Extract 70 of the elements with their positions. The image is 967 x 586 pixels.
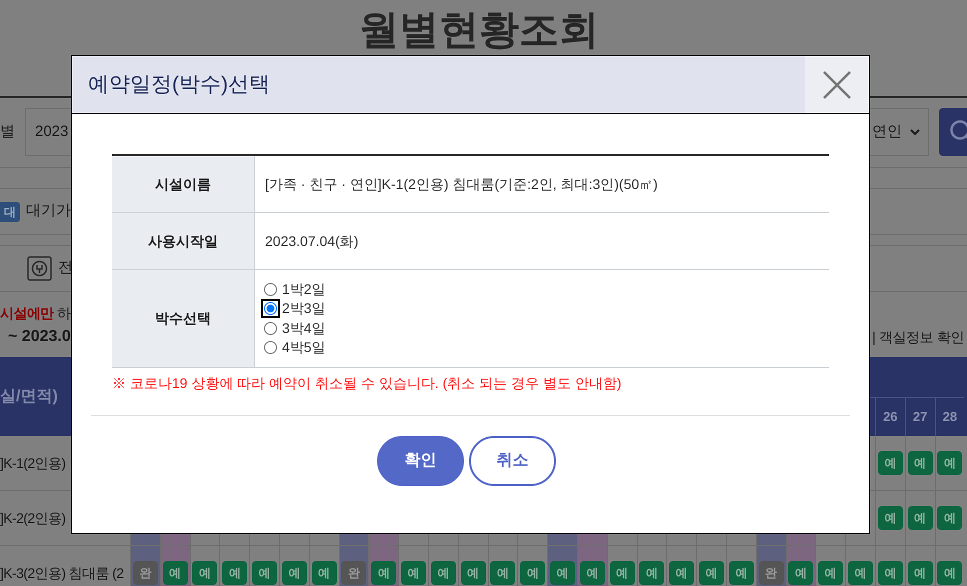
status-badge[interactable]: 예	[639, 561, 664, 585]
status-badge[interactable]: 예	[878, 506, 903, 530]
room-info-link[interactable]: | 객실정보 확인	[872, 326, 964, 348]
room-name: ]K-1(2인용)	[0, 454, 66, 473]
legend-text: 대기가	[26, 201, 71, 222]
notice-text: 시설에만 하	[0, 304, 70, 323]
status-badge[interactable]: 예	[937, 506, 962, 530]
date-header: 26	[883, 408, 898, 426]
chevron-down-icon	[910, 128, 920, 136]
status-badge[interactable]: 예	[908, 451, 933, 475]
radio-button[interactable]	[264, 282, 277, 296]
plug-icon	[27, 256, 52, 281]
status-badge[interactable]: 예	[430, 561, 456, 585]
status-badge[interactable]: 예	[192, 561, 218, 585]
status-badge[interactable]: 예	[699, 561, 724, 585]
status-badge[interactable]: 예	[788, 561, 814, 585]
night-option[interactable]: 2박3일	[264, 299, 326, 318]
night-option[interactable]: 4박5일	[264, 338, 326, 358]
status-badge[interactable]: 예	[312, 561, 337, 585]
dialog-title: 예약일정(박수)선택	[87, 72, 271, 98]
status-badge[interactable]: 예	[908, 561, 933, 585]
status-badge[interactable]: 완	[758, 561, 784, 585]
status-badge[interactable]: 예	[282, 561, 307, 585]
page-title: 월별현황조회	[359, 7, 599, 54]
status-badge[interactable]: 예	[580, 561, 605, 585]
dialog-button[interactable]: 취소	[469, 436, 556, 486]
status-badge[interactable]: 예	[520, 561, 546, 585]
status-badge[interactable]: 예	[878, 561, 903, 585]
status-badge[interactable]: 예	[252, 561, 278, 585]
room-name: ]K-3(2인용) 침대룸 (2	[0, 564, 124, 583]
status-badge[interactable]: 예	[550, 561, 576, 585]
search-label: 별	[0, 122, 16, 142]
status-badge[interactable]: 완	[132, 561, 158, 585]
status-badge[interactable]: 예	[818, 561, 844, 585]
status-badge[interactable]: 예	[848, 561, 874, 585]
status-badge[interactable]: 예	[669, 561, 694, 585]
status-badge[interactable]: 예	[222, 561, 248, 585]
dialog-button[interactable]: 확인	[377, 436, 464, 486]
radio-button[interactable]	[264, 302, 277, 316]
status-badge[interactable]: 예	[878, 451, 903, 475]
status-badge[interactable]: 예	[728, 561, 754, 585]
period-text: ~ 2023.0	[7, 327, 71, 347]
status-badge[interactable]: 예	[937, 561, 962, 585]
date-header: 28	[942, 408, 958, 426]
tab-label[interactable]: 전	[58, 257, 73, 280]
field-label: 박수선택	[155, 309, 211, 328]
field-value: [가족 · 친구 · 연인]K-1(2인용) 침대룸(기준:2인, 최대:3인)(50㎡)	[265, 174, 658, 194]
radio-button[interactable]	[264, 341, 277, 354]
field-label: 시설이름	[155, 174, 211, 194]
legend-badge: 대	[0, 202, 20, 222]
close-icon	[822, 70, 852, 100]
notice-text: ※ 코로나19 상황에 따라 예약이 취소될 수 있습니다. (취소 되는 경우 별도 안내함)	[112, 374, 622, 393]
status-badge[interactable]: 예	[371, 561, 396, 585]
night-option[interactable]: 3박4일	[264, 318, 326, 338]
radio-button[interactable]	[264, 322, 277, 335]
status-badge[interactable]: 예	[610, 561, 635, 585]
close-button[interactable]	[805, 56, 869, 113]
status-badge[interactable]: 완	[341, 561, 366, 585]
status-badge[interactable]: 예	[490, 561, 516, 585]
field-label: 사용시작일	[148, 232, 218, 250]
date-header: 27	[912, 408, 928, 426]
status-badge[interactable]: 예	[908, 506, 933, 530]
status-badge[interactable]: 예	[162, 561, 188, 585]
field-value: 2023.07.04(화)	[265, 232, 358, 251]
column-header: 실/면적)	[0, 386, 58, 406]
room-name: ]K-2(2인용)	[0, 508, 66, 528]
status-badge[interactable]: 예	[937, 451, 962, 475]
night-option[interactable]: 1박2일	[264, 280, 326, 299]
status-badge[interactable]: 예	[401, 561, 426, 585]
status-badge[interactable]: 예	[460, 561, 486, 585]
